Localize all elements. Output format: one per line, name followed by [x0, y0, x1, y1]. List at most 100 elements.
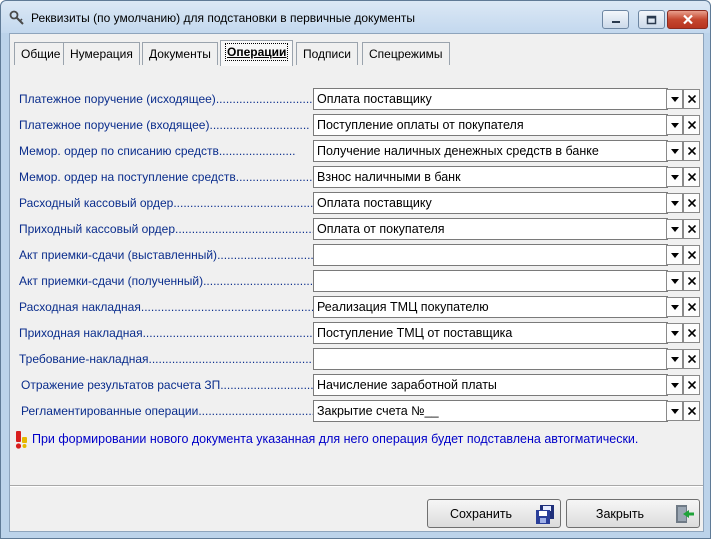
operation-combobox[interactable]: Оплата от покупателя	[313, 218, 668, 240]
row-label: Платежное поручение (входящее)..........…	[19, 118, 310, 132]
operation-combobox[interactable]: Закрытие счета №__	[313, 400, 668, 422]
close-icon	[687, 225, 696, 233]
note-text: При формировании нового документа указан…	[32, 432, 639, 446]
operation-combobox[interactable]: Начисление заработной платы	[313, 374, 668, 396]
close-icon	[687, 303, 696, 311]
operation-combobox[interactable]: Оплата поставщику	[313, 192, 668, 214]
operation-combobox[interactable]: Взнос наличными в банк	[313, 166, 668, 188]
operation-combobox[interactable]	[313, 244, 668, 266]
minimize-button[interactable]	[602, 10, 629, 29]
close-icon	[687, 95, 696, 103]
row-label: Мемор. ордер на поступление средств.....…	[19, 170, 313, 184]
title-bar[interactable]: Реквизиты (по умолчанию) для подстановки…	[1, 1, 710, 33]
tab-signatures[interactable]: Подписи	[296, 42, 358, 65]
dropdown-button[interactable]	[666, 271, 683, 291]
clear-button[interactable]	[683, 349, 700, 369]
row-label: Приходная накладная.....................…	[19, 326, 315, 340]
exit-door-icon	[673, 503, 695, 528]
dropdown-button[interactable]	[666, 245, 683, 265]
operation-combobox[interactable]: Реализация ТМЦ покупателю	[313, 296, 668, 318]
operation-combobox[interactable]: Поступление ТМЦ от поставщика	[313, 322, 668, 344]
operation-row: Расходная накладная.....................…	[10, 296, 703, 318]
tab-numbering[interactable]: Нумерация	[63, 42, 140, 65]
operations-panel: Платежное поручение (исходящее).........…	[10, 65, 703, 485]
dropdown-button[interactable]	[666, 193, 683, 213]
row-label: Отражение результатов расчета ЗП........…	[21, 378, 317, 392]
divider	[10, 485, 703, 487]
operation-combobox[interactable]	[313, 270, 668, 292]
close-icon	[687, 251, 696, 259]
operation-row: Приходный кассовый ордер................…	[10, 218, 703, 240]
close-icon	[687, 173, 696, 181]
chevron-down-icon	[670, 200, 679, 206]
clear-button[interactable]	[683, 115, 700, 135]
operation-combobox[interactable]: Получение наличных денежных средств в ба…	[313, 140, 668, 162]
row-label: Приходный кассовый ордер................…	[19, 222, 315, 236]
tab-documents[interactable]: Документы	[142, 42, 218, 65]
dropdown-button[interactable]	[666, 141, 683, 161]
operation-row: Акт приемки-сдачи (полученный)..........…	[10, 270, 703, 292]
maximize-button[interactable]	[638, 10, 665, 29]
clear-button[interactable]	[683, 245, 700, 265]
wrench-key-icon	[9, 10, 25, 26]
clear-button[interactable]	[683, 297, 700, 317]
operation-row: Требование-накладная....................…	[10, 348, 703, 370]
dropdown-button[interactable]	[666, 401, 683, 421]
clear-button[interactable]	[683, 401, 700, 421]
chevron-down-icon	[670, 226, 679, 232]
clear-button[interactable]	[683, 323, 700, 343]
close-icon	[687, 147, 696, 155]
save-button-label: Сохранить	[449, 507, 513, 521]
clear-button[interactable]	[683, 141, 700, 161]
operation-row: Приходная накладная.....................…	[10, 322, 703, 344]
operation-row: Отражение результатов расчета ЗП........…	[10, 374, 703, 396]
row-label: Платежное поручение (исходящее).........…	[19, 92, 315, 106]
dropdown-button[interactable]	[666, 89, 683, 109]
chevron-down-icon	[670, 382, 679, 388]
tab-general[interactable]: Общие	[14, 42, 68, 65]
chevron-down-icon	[670, 174, 679, 180]
save-button[interactable]: Сохранить	[427, 499, 561, 528]
clear-button[interactable]	[683, 219, 700, 239]
dropdown-button[interactable]	[666, 349, 683, 369]
clear-button[interactable]	[683, 167, 700, 187]
close-icon	[682, 14, 693, 25]
tab-special-modes[interactable]: Спецрежимы	[362, 42, 450, 65]
dropdown-button[interactable]	[666, 297, 683, 317]
dropdown-button[interactable]	[666, 167, 683, 187]
close-icon	[687, 407, 696, 415]
exclamation-icon	[14, 430, 30, 453]
close-button[interactable]: Закрыть	[566, 499, 700, 528]
row-label: Мемор. ордер по списанию средств........…	[19, 144, 296, 158]
window-title: Реквизиты (по умолчанию) для подстановки…	[31, 11, 415, 25]
minimize-icon	[611, 20, 620, 23]
chevron-down-icon	[670, 122, 679, 128]
operation-row: Платежное поручение (исходящее).........…	[10, 88, 703, 110]
dialog-client-area: Общие Нумерация Документы Операции Подпи…	[9, 33, 704, 532]
clear-button[interactable]	[683, 271, 700, 291]
clear-button[interactable]	[683, 89, 700, 109]
close-icon	[687, 329, 696, 337]
info-note: При формировании нового документа указан…	[14, 430, 694, 450]
window-close-button[interactable]	[667, 10, 708, 29]
chevron-down-icon	[670, 96, 679, 102]
clear-button[interactable]	[683, 375, 700, 395]
close-button-label: Закрыть	[595, 507, 645, 521]
dropdown-button[interactable]	[666, 323, 683, 343]
chevron-down-icon	[670, 330, 679, 336]
clear-button[interactable]	[683, 193, 700, 213]
maximize-icon	[646, 15, 657, 24]
close-icon	[687, 381, 696, 389]
operation-row: Регламентированные операции.............…	[10, 400, 703, 422]
dropdown-button[interactable]	[666, 375, 683, 395]
chevron-down-icon	[670, 148, 679, 154]
operation-combobox[interactable]: Поступление оплаты от покупателя	[313, 114, 668, 136]
tab-strip: Общие Нумерация Документы Операции Подпи…	[10, 40, 703, 71]
dropdown-button[interactable]	[666, 115, 683, 135]
dropdown-button[interactable]	[666, 219, 683, 239]
tab-operations[interactable]: Операции	[220, 40, 294, 66]
close-icon	[687, 199, 696, 207]
operation-combobox[interactable]: Оплата поставщику	[313, 88, 668, 110]
chevron-down-icon	[670, 252, 679, 258]
operation-combobox[interactable]	[313, 348, 668, 370]
